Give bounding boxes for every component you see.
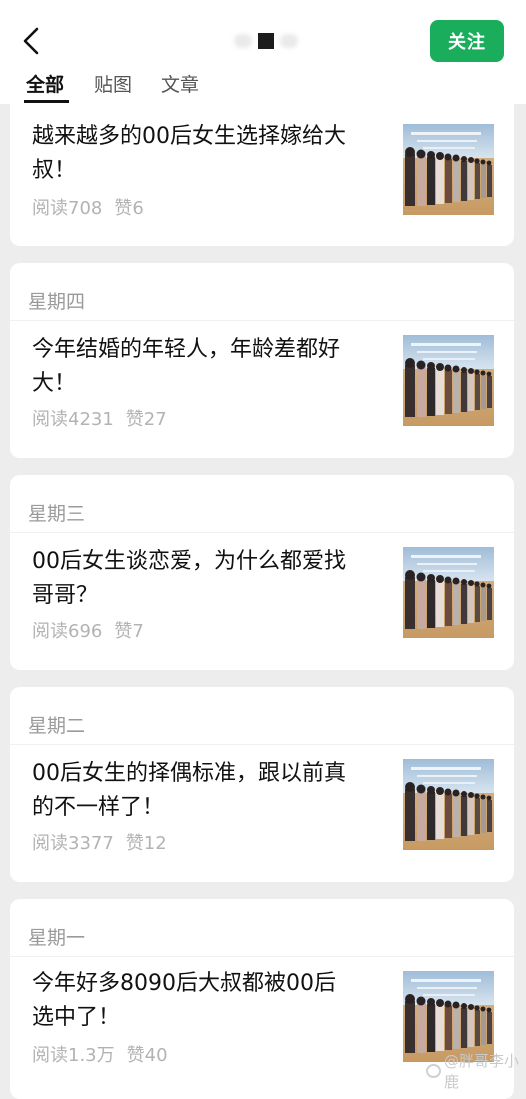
- article-title[interactable]: 今年结婚的年轻人，年龄差都好 大！: [32, 333, 382, 401]
- top-bar: 关注 全部 贴图 文章: [0, 0, 526, 104]
- weibo-icon: [426, 1064, 441, 1078]
- watermark: @胖哥李小鹿: [426, 1050, 526, 1092]
- active-tab-indicator: [24, 100, 69, 103]
- article-thumbnail[interactable]: [403, 971, 494, 1062]
- follow-button[interactable]: 关注: [430, 20, 504, 62]
- article-title[interactable]: 今年好多8090后大叔都被00后 选中了！: [32, 967, 382, 1035]
- account-avatar: [258, 33, 274, 49]
- divider: [10, 320, 514, 321]
- like-count: 赞12: [125, 833, 167, 854]
- tab-images[interactable]: 贴图: [94, 70, 132, 97]
- read-count: 阅读4231: [32, 409, 114, 430]
- article-card[interactable]: 星期二 00后女生的择偶标准，跟以前真 的不一样了！ 阅读3377 赞12: [10, 687, 514, 882]
- article-card[interactable]: 星期三 00后女生谈恋爱，为什么都爱找 哥哥？ 阅读696 赞7: [10, 475, 514, 670]
- divider: [10, 532, 514, 533]
- read-count: 阅读3377: [32, 833, 114, 854]
- article-thumbnail[interactable]: [403, 759, 494, 850]
- article-title[interactable]: 越来越多的00后女生选择嫁给大 叔！: [32, 120, 382, 188]
- read-count: 阅读696: [32, 621, 103, 642]
- divider: [10, 744, 514, 745]
- like-count: 赞27: [125, 409, 167, 430]
- back-button[interactable]: [16, 24, 46, 58]
- like-count: 赞6: [114, 198, 144, 219]
- like-count: 赞40: [126, 1045, 168, 1066]
- article-thumbnail[interactable]: [403, 335, 494, 426]
- article-stats: 阅读3377 赞12: [32, 829, 167, 855]
- day-label: 星期二: [28, 715, 86, 737]
- article-card[interactable]: 越来越多的00后女生选择嫁给大 叔！ 阅读708 赞6: [10, 80, 514, 246]
- read-count: 阅读1.3万: [32, 1045, 115, 1066]
- article-stats: 阅读696 赞7: [32, 617, 144, 643]
- day-label: 星期三: [28, 503, 86, 525]
- chevron-left-icon: [23, 27, 39, 55]
- article-thumbnail[interactable]: [403, 547, 494, 638]
- day-label: 星期四: [28, 291, 86, 313]
- like-count: 赞7: [114, 621, 144, 642]
- tab-all[interactable]: 全部: [26, 70, 64, 97]
- article-title[interactable]: 00后女生的择偶标准，跟以前真 的不一样了！: [32, 757, 382, 825]
- tab-articles[interactable]: 文章: [161, 70, 199, 97]
- day-label: 星期一: [28, 927, 86, 949]
- article-card[interactable]: 星期四 今年结婚的年轻人，年龄差都好 大！ 阅读4231 赞27: [10, 263, 514, 458]
- article-stats: 阅读4231 赞27: [32, 405, 167, 431]
- divider: [10, 956, 514, 957]
- article-title[interactable]: 00后女生谈恋爱，为什么都爱找 哥哥？: [32, 545, 382, 613]
- article-thumbnail[interactable]: [403, 124, 494, 215]
- article-stats: 阅读1.3万 赞40: [32, 1041, 168, 1067]
- article-stats: 阅读708 赞6: [32, 194, 144, 220]
- account-name: [226, 30, 306, 52]
- read-count: 阅读708: [32, 198, 103, 219]
